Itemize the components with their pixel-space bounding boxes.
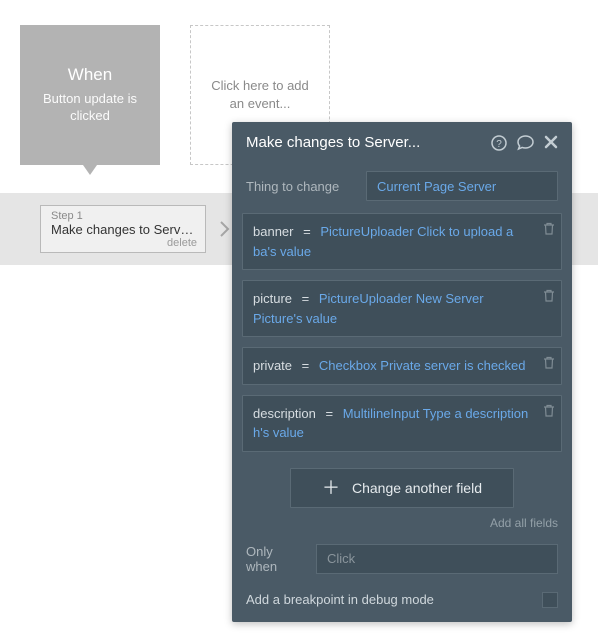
step-title: Make changes to Server... [51, 222, 197, 237]
help-icon[interactable]: ? [491, 135, 507, 151]
field-name: picture [253, 291, 292, 306]
step-number: Step 1 [51, 210, 197, 222]
trash-icon[interactable] [543, 222, 555, 235]
field-assignments: banner = PictureUploader Click to upload… [232, 213, 572, 452]
field-name: private [253, 358, 292, 373]
trigger-event-box[interactable]: When Button update is clicked [20, 25, 160, 165]
add-event-text: Click here to add an event... [203, 77, 317, 112]
thing-to-change-text: Current Page Server [377, 179, 496, 194]
only-when-row: Only when [232, 536, 572, 582]
field-eq: = [326, 406, 334, 421]
step-delete-link[interactable]: delete [167, 237, 197, 249]
thing-to-change-row: Thing to change Current Page Server [232, 163, 572, 209]
add-all-fields-text: Add all fields [490, 516, 558, 530]
only-when-label: Only when [246, 544, 304, 574]
panel-header-icons: ? [491, 135, 558, 151]
change-another-field-button[interactable]: ＋ Change another field [290, 468, 514, 508]
trash-icon[interactable] [543, 356, 555, 369]
field-eq: = [302, 291, 310, 306]
field-row-picture[interactable]: picture = PictureUploader New Server Pic… [242, 280, 562, 337]
trigger-event-pointer [83, 165, 97, 175]
field-name: banner [253, 224, 293, 239]
panel-title: Make changes to Server... [246, 134, 420, 151]
trigger-event-title: When [68, 65, 112, 85]
trigger-event-subtitle: Button update is clicked [30, 91, 150, 125]
change-another-field-label: Change another field [352, 480, 482, 496]
add-all-fields-link[interactable]: Add all fields [232, 512, 572, 536]
trash-icon[interactable] [543, 289, 555, 302]
close-icon[interactable] [544, 135, 558, 151]
field-value: PictureUploader Click to upload a ba's v… [253, 224, 513, 259]
comment-icon[interactable] [517, 135, 534, 151]
field-eq: = [302, 358, 310, 373]
debug-breakpoint-label: Add a breakpoint in debug mode [246, 592, 434, 607]
field-eq: = [303, 224, 311, 239]
step-card-1[interactable]: Step 1 Make changes to Server... delete [40, 205, 206, 253]
field-row-banner[interactable]: banner = PictureUploader Click to upload… [242, 213, 562, 270]
debug-breakpoint-row: Add a breakpoint in debug mode [232, 582, 572, 608]
only-when-input[interactable] [316, 544, 558, 574]
field-row-description[interactable]: description = MultilineInput Type a desc… [242, 395, 562, 452]
chevron-right-icon [220, 221, 230, 237]
thing-to-change-label: Thing to change [246, 179, 356, 194]
plus-icon: ＋ [322, 479, 340, 497]
panel-header: Make changes to Server... ? [232, 122, 572, 163]
field-row-private[interactable]: private = Checkbox Private server is che… [242, 347, 562, 385]
svg-text:?: ? [496, 139, 502, 150]
field-value: Checkbox Private server is checked [319, 358, 526, 373]
field-name: description [253, 406, 316, 421]
trash-icon[interactable] [543, 404, 555, 417]
thing-to-change-value[interactable]: Current Page Server [366, 171, 558, 201]
action-property-panel: Make changes to Server... ? Thing to cha… [232, 122, 572, 622]
debug-breakpoint-checkbox[interactable] [542, 592, 558, 608]
